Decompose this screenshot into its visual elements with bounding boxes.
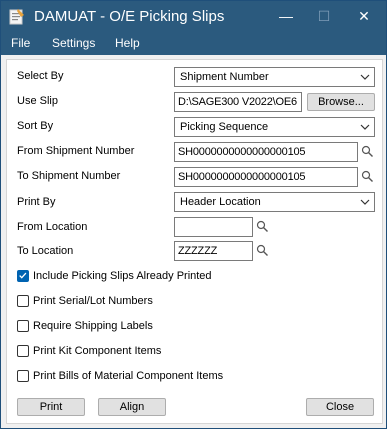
finder-magnifier-icon[interactable] [256, 220, 269, 233]
browse-button[interactable]: Browse... [307, 93, 375, 111]
checkmark-icon [19, 272, 27, 279]
shipping-labels-label: Require Shipping Labels [33, 320, 153, 332]
to-location-value: ZZZZZZ [178, 245, 218, 257]
to-location-input[interactable]: ZZZZZZ [174, 241, 253, 261]
from-shipment-input[interactable]: SH0000000000000000105 [174, 142, 358, 162]
bom-component-label: Print Bills of Material Component Items [33, 370, 224, 382]
chevron-down-icon [360, 124, 370, 130]
chevron-down-icon [360, 74, 370, 80]
to-location-label: To Location [17, 245, 74, 257]
finder-magnifier-icon[interactable] [361, 145, 374, 158]
use-slip-value: D:\SAGE300 V2022\OE6 [178, 96, 297, 108]
minimize-button[interactable]: — [266, 1, 306, 31]
app-icon [9, 9, 24, 25]
finder-magnifier-icon[interactable] [256, 244, 269, 257]
menu-bar: File Settings Help [1, 33, 386, 55]
picking-slips-window: DAMUAT - O/E Picking Slips — ☐ ✕ File Se… [0, 0, 387, 429]
from-location-label: From Location [17, 221, 88, 233]
menu-file[interactable]: File [11, 36, 30, 50]
sort-by-dropdown[interactable]: Picking Sequence [174, 117, 375, 137]
use-slip-input[interactable]: D:\SAGE300 V2022\OE6 [174, 92, 302, 112]
sort-by-value: Picking Sequence [180, 121, 269, 133]
sort-by-label: Sort By [17, 120, 54, 132]
print-button[interactable]: Print [17, 398, 85, 416]
print-by-dropdown[interactable]: Header Location [174, 192, 375, 212]
close-button[interactable]: Close [306, 398, 374, 416]
menu-help[interactable]: Help [115, 36, 140, 50]
bom-component-checkbox[interactable] [17, 370, 29, 382]
include-printed-checkbox[interactable] [17, 270, 29, 282]
from-shipment-value: SH0000000000000000105 [178, 146, 306, 158]
chevron-down-icon [360, 199, 370, 205]
serial-lot-checkbox[interactable] [17, 295, 29, 307]
close-window-button[interactable]: ✕ [344, 1, 384, 31]
include-printed-label: Include Picking Slips Already Printed [33, 270, 212, 282]
title-bar[interactable]: DAMUAT - O/E Picking Slips — ☐ ✕ [1, 1, 386, 33]
finder-magnifier-icon[interactable] [361, 170, 374, 183]
from-location-input[interactable] [174, 217, 253, 237]
select-by-label: Select By [17, 70, 64, 82]
kit-component-label: Print Kit Component Items [33, 345, 162, 357]
to-shipment-input[interactable]: SH0000000000000000105 [174, 167, 358, 187]
use-slip-label: Use Slip [17, 95, 58, 107]
shipping-labels-checkbox[interactable] [17, 320, 29, 332]
menu-settings[interactable]: Settings [52, 36, 95, 50]
window-title: DAMUAT - O/E Picking Slips [34, 8, 225, 25]
align-button[interactable]: Align [98, 398, 166, 416]
maximize-button[interactable]: ☐ [304, 1, 344, 31]
select-by-dropdown[interactable]: Shipment Number [174, 67, 375, 87]
kit-component-checkbox[interactable] [17, 345, 29, 357]
to-shipment-value: SH0000000000000000105 [178, 171, 306, 183]
to-shipment-label: To Shipment Number [17, 170, 121, 182]
select-by-value: Shipment Number [180, 71, 269, 83]
from-shipment-label: From Shipment Number [17, 145, 135, 157]
print-by-label: Print By [17, 196, 56, 208]
form-panel: Select By Shipment Number Use Slip D:\SA… [6, 59, 383, 424]
print-by-value: Header Location [180, 196, 261, 208]
serial-lot-label: Print Serial/Lot Numbers [33, 295, 153, 307]
